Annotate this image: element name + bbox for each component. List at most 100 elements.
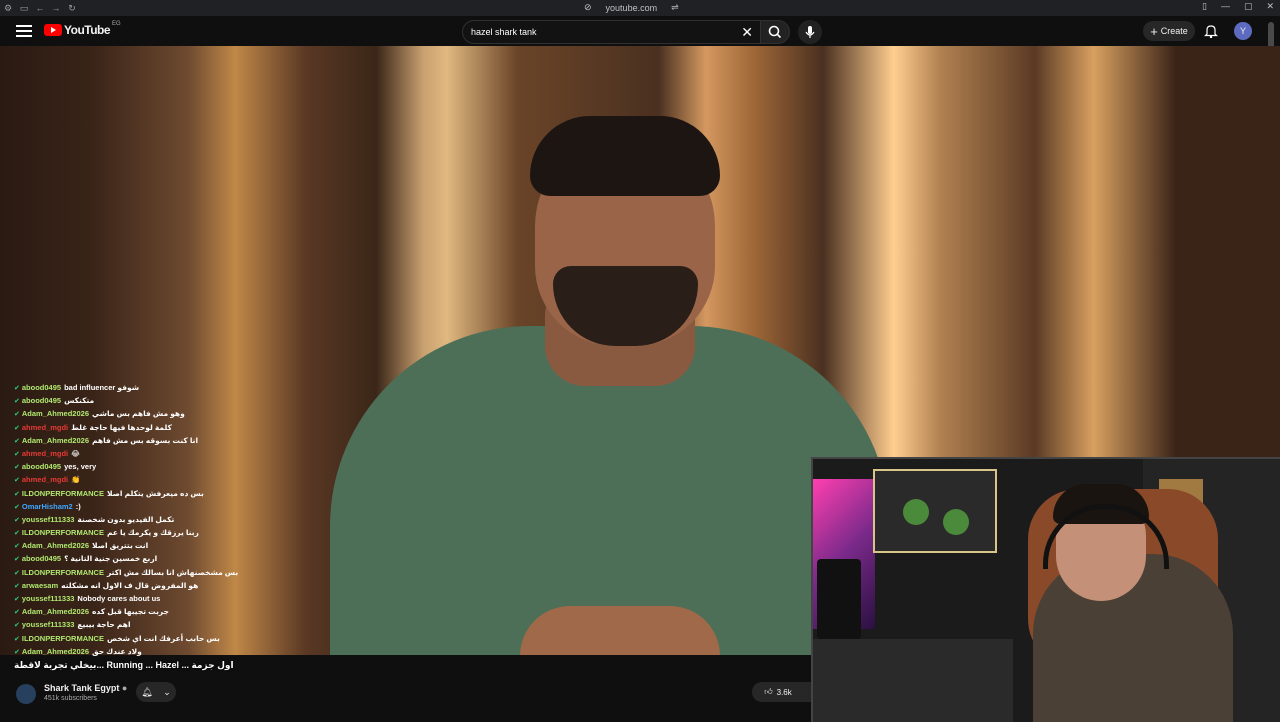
menu-icon[interactable]	[16, 22, 32, 38]
logo-text: YouTube	[64, 23, 111, 37]
verified-icon: ✔	[14, 437, 20, 445]
chat-message: ✔ abood0495 yes, very	[14, 460, 414, 473]
reload-icon[interactable]: ↻	[64, 3, 80, 14]
bell-icon: 🔔︎	[141, 686, 153, 697]
chat-message: ✔ youssef111333 تكمل الفيديو بدون شخصنة	[14, 513, 414, 526]
chat-username[interactable]: ILDONPERFORMANCE	[22, 568, 104, 577]
split-icon[interactable]: ▯	[1202, 1, 1207, 12]
avatar[interactable]: Y	[1234, 22, 1252, 40]
verified-icon: ✔	[14, 503, 20, 511]
chat-username[interactable]: ILDONPERFORMANCE	[22, 489, 104, 498]
country-code: EG	[112, 21, 121, 27]
chat-message: ✔ arwaesam هو المفروض قال ف الاول انه مشكل…	[14, 579, 414, 592]
webcam-plant	[903, 499, 929, 525]
chat-username[interactable]: Adam_Ahmed2026	[22, 647, 89, 656]
create-label: Create	[1160, 26, 1188, 36]
create-button[interactable]: + Create	[1143, 21, 1195, 41]
webcam-desk	[813, 639, 1013, 722]
chat-text: 😂	[71, 448, 80, 458]
chat-message: ✔ Adam_Ahmed2026 ولاد عندك حق	[14, 645, 414, 658]
verified-icon: ✔	[14, 635, 20, 643]
back-icon[interactable]: ←	[32, 3, 48, 13]
chat-message: ✔ ILDONPERFORMANCE ربنا يرزقك و يكرمك يا ع…	[14, 526, 414, 539]
notification-bell-button[interactable]: 🔔︎ ⌄	[136, 682, 176, 702]
search-button[interactable]	[760, 20, 790, 44]
chat-message: ✔ OmarHisham2:)	[14, 500, 414, 513]
channel-bar: Shark Tank Egypt ● 451k subscribers 🔔︎ ⌄…	[0, 678, 812, 720]
forward-icon[interactable]: →	[48, 3, 64, 13]
search-value[interactable]: hazel shark tank	[471, 27, 537, 37]
tune-icon[interactable]: ⇌	[671, 2, 679, 13]
verified-icon: ✔	[14, 450, 20, 458]
youtube-logo[interactable]: YouTube EG	[44, 21, 121, 37]
chat-username[interactable]: abood0495	[22, 462, 61, 471]
search-icon	[768, 25, 782, 39]
chat-username[interactable]: ahmed_mgdi	[22, 423, 68, 432]
channel-name[interactable]: Shark Tank Egypt ●	[44, 683, 127, 693]
chat-username[interactable]: OmarHisham2	[22, 502, 73, 511]
verified-icon: ✔	[14, 622, 20, 630]
chat-username[interactable]: Adam_Ahmed2026	[22, 607, 89, 616]
voice-search-button[interactable]	[798, 20, 822, 44]
verified-icon: ✔	[14, 582, 20, 590]
link-icon[interactable]: ⊘	[584, 2, 592, 13]
verified-icon: ●	[121, 683, 128, 693]
plus-icon: +	[1150, 23, 1158, 39]
chat-text: اربع خمسين جنية التانية ؟	[64, 554, 158, 564]
chat-message: ✔ youssef111333 اهم حاجة بيبيع	[14, 618, 414, 631]
chat-username[interactable]: youssef111333	[22, 594, 75, 603]
channel-avatar[interactable]	[16, 684, 36, 704]
chat-text: بس حابب أعرفك انت اي شخص	[106, 633, 220, 643]
chat-message: ✔ ILDONPERFORMANCE بس حابب أعرفك انت اي شخ…	[14, 632, 414, 645]
chat-message: ✔ Adam_Ahmed2026 وهو مش فاهم بس ماشي	[14, 407, 414, 420]
chat-text: :)	[75, 501, 81, 511]
chat-username[interactable]: arwaesam	[22, 581, 58, 590]
chat-message: ✔ ahmed_mgdi 😂	[14, 447, 414, 460]
webcam-overlay	[811, 457, 1280, 722]
side-panel	[1176, 46, 1280, 458]
chat-username[interactable]: abood0495	[22, 554, 61, 563]
chat-text: bad influencer شوفو	[64, 383, 140, 392]
sidebar-icon[interactable]: ▭	[16, 3, 32, 14]
verified-icon: ✔	[14, 477, 20, 485]
chat-text: Nobody cares about us	[77, 594, 161, 603]
browser-toolbar: ⚙ ▭ ← → ↻ ⊘ youtube.com ⇌ ▯ — ▢ ✕	[0, 0, 1280, 16]
chat-username[interactable]: Adam_Ahmed2026	[22, 409, 89, 418]
chat-text: تكمل الفيديو بدون شخصنة	[77, 514, 175, 524]
verified-icon: ✔	[14, 648, 20, 656]
youtube-header: YouTube EG hazel shark tank ✕ + Create Y	[0, 16, 1280, 46]
chat-username[interactable]: ILDONPERFORMANCE	[22, 528, 104, 537]
minimize-icon[interactable]: —	[1221, 1, 1230, 12]
chat-username[interactable]: Adam_Ahmed2026	[22, 436, 89, 445]
close-window-icon[interactable]: ✕	[1266, 1, 1274, 12]
chat-text: جربت تجيبها قبل كده	[92, 607, 169, 617]
verified-icon: ✔	[14, 516, 20, 524]
chat-username[interactable]: ahmed_mgdi	[22, 449, 68, 458]
verified-icon: ✔	[14, 569, 20, 577]
chat-text: yes, very	[64, 462, 97, 472]
chat-text: انا كنت بسوقه بس مش فاهم	[92, 435, 199, 445]
verified-icon: ✔	[14, 609, 20, 617]
search-input[interactable]: hazel shark tank ✕	[462, 20, 762, 44]
maximize-icon[interactable]: ▢	[1244, 1, 1253, 12]
chat-username[interactable]: youssef111333	[22, 515, 75, 524]
verified-icon: ✔	[14, 556, 20, 564]
chat-message: ✔ ahmed_mgdi 👏	[14, 473, 414, 486]
chat-username[interactable]: ILDONPERFORMANCE	[22, 634, 104, 643]
like-icon: 👍︎	[764, 687, 773, 696]
like-button[interactable]: 👍︎ 3.6k	[752, 682, 804, 702]
chat-username[interactable]: Adam_Ahmed2026	[22, 541, 89, 550]
video-subject-hair	[530, 116, 720, 196]
play-logo-icon	[44, 24, 62, 36]
chat-text: بس ده ميعرفش يتكلم اصلا	[106, 488, 204, 498]
chat-username[interactable]: ahmed_mgdi	[22, 475, 68, 484]
chat-username[interactable]: abood0495	[22, 396, 61, 405]
chat-username[interactable]: youssef111333	[22, 620, 75, 629]
close-icon[interactable]: ✕	[741, 24, 753, 41]
verified-icon: ✔	[14, 385, 20, 392]
address-bar[interactable]: youtube.com	[606, 3, 658, 13]
bell-icon[interactable]	[1204, 24, 1218, 38]
chat-username[interactable]: abood0495	[22, 383, 61, 392]
chat-text: هو المفروض قال ف الاول انه مشكلته	[61, 580, 199, 590]
extensions-icon[interactable]: ⚙	[0, 3, 16, 14]
